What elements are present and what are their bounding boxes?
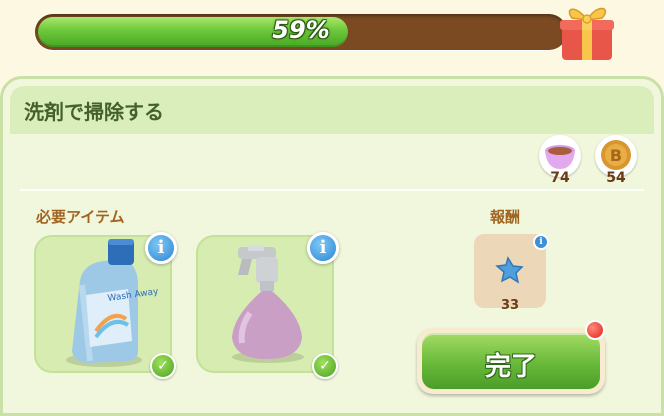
complete-button[interactable]: 完了 — [417, 328, 605, 394]
reward-count: 33 — [500, 298, 520, 313]
teacup-count: 74 — [550, 170, 570, 186]
task-title: 洗剤で掃除する — [24, 100, 164, 124]
complete-button-face: 完了 — [422, 333, 600, 389]
check-icon: ✓ — [150, 353, 176, 379]
divider — [20, 189, 644, 191]
check-icon: ✓ — [312, 353, 338, 379]
gift-box-icon[interactable] — [556, 0, 620, 64]
required-item-spray[interactable]: i ✓ — [196, 232, 339, 379]
coin-count: 54 — [606, 170, 626, 186]
required-items-label: 必要アイテム — [36, 208, 125, 226]
reward-label: 報酬 — [490, 208, 521, 226]
notification-dot — [585, 320, 605, 340]
complete-button-label: 完了 — [484, 352, 537, 382]
required-item-detergent[interactable]: Wash Away i ✓ — [34, 232, 177, 379]
info-button[interactable]: i — [145, 232, 177, 264]
progress-bar: 59% — [35, 14, 567, 50]
progress-percent: 59% — [272, 16, 330, 44]
reward-info-button[interactable]: i — [533, 234, 549, 250]
svg-text:B: B — [610, 146, 622, 165]
info-button[interactable]: i — [307, 232, 339, 264]
